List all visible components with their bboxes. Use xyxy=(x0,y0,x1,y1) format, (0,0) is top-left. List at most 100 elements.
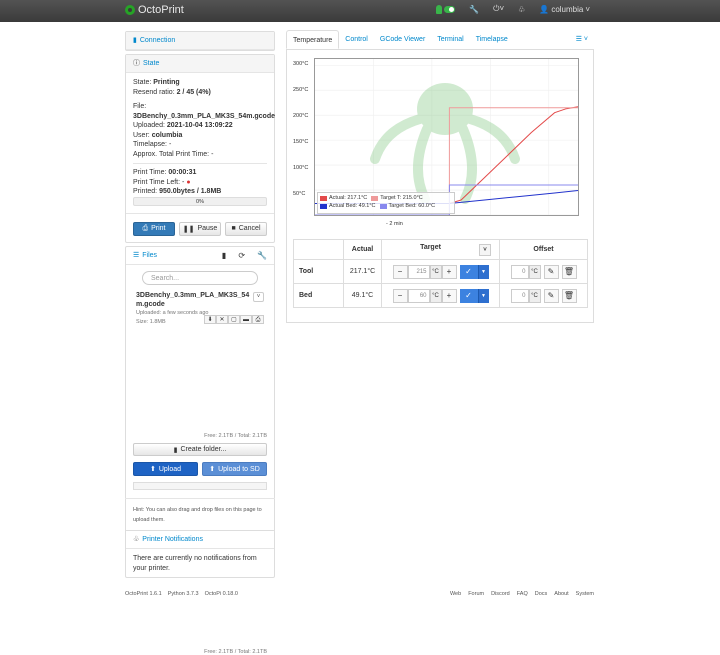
footer-link-discord[interactable]: Discord xyxy=(491,591,510,597)
decrement-button[interactable]: − xyxy=(392,264,408,279)
footer-link-about[interactable]: About xyxy=(554,591,568,597)
temperature-chart: Actual: 217.1°C Target T: 215.0°C Actual… xyxy=(314,58,579,216)
files-header[interactable]: ☰ Files xyxy=(133,251,157,260)
bell-icon[interactable]: ♧ xyxy=(518,5,525,14)
print-icon: ⎙ xyxy=(142,224,149,232)
decrement-button[interactable]: − xyxy=(392,288,408,303)
print-file-icon[interactable]: ⎙ xyxy=(252,314,264,324)
storage-info: Free: 2.1TB / Total: 2.1TB xyxy=(204,648,267,655)
footer-version-text: OctoPrint 1.6.1 xyxy=(125,591,162,597)
file-label: File: xyxy=(133,103,147,110)
increment-button[interactable]: + xyxy=(441,264,457,279)
unit-label: °C xyxy=(429,288,442,303)
printtime-line: Print Time: 00:00:31 xyxy=(133,169,197,176)
chart-x-label: - 2 min xyxy=(386,221,403,227)
trash-icon[interactable]: 🗑 xyxy=(561,264,577,279)
table-row-tool: Tool 217.1°C − 215 °C + ✓ ▼ 0 °C ✎ 🗑 xyxy=(293,259,588,284)
tab-terminal[interactable]: Terminal xyxy=(431,30,469,49)
tool-target-input[interactable]: 215 xyxy=(407,264,430,279)
footer-link-faq[interactable]: FAQ xyxy=(517,591,528,597)
footer-link-system[interactable]: System xyxy=(576,591,594,597)
user-line: User: columbia xyxy=(133,131,183,139)
notifications-text: There are currently no notifications fro… xyxy=(133,555,257,572)
file-list-item[interactable]: 3DBenchy_0.3mm_PLA_MK3S_54m.gcode Upload… xyxy=(126,289,274,329)
bed-target-input[interactable]: 60 xyxy=(407,288,430,303)
tab-timelapse[interactable]: Timelapse xyxy=(470,30,514,49)
toggle-icon[interactable] xyxy=(444,5,456,13)
brand-link[interactable]: OctoPrint xyxy=(125,4,184,16)
upload-progress-bar xyxy=(133,482,267,490)
folder-icon: ▮ xyxy=(173,446,178,454)
octoprint-logo-icon xyxy=(125,5,135,15)
copy-icon[interactable]: ▢ xyxy=(228,314,240,324)
wrench-settings-icon[interactable]: 🔧 xyxy=(469,5,479,14)
tab-gcode-viewer[interactable]: GCode Viewer xyxy=(374,30,431,49)
navbar: OctoPrint 🔧 ⏻˅ ♧ 👤 columbia ˅ xyxy=(0,0,720,22)
set-target-button[interactable]: ✓ xyxy=(459,288,478,303)
delete-x-icon[interactable]: ✕ xyxy=(216,314,228,324)
state-header[interactable]: ⓘ State xyxy=(126,55,274,73)
tab-overflow-menu-icon[interactable]: ☰ ˅ xyxy=(576,30,594,49)
chevron-down-icon[interactable]: ˅ xyxy=(253,291,264,302)
footer-link-web[interactable]: Web xyxy=(450,591,461,597)
folder-move-icon[interactable]: ▬ xyxy=(240,314,252,324)
refresh-icon[interactable]: ⟳ xyxy=(238,251,245,260)
tab-temperature[interactable]: Temperature xyxy=(286,30,340,49)
print-progress-bar: 0% xyxy=(133,196,267,206)
notifications-header[interactable]: ♧ Printer Notifications xyxy=(126,531,274,549)
approx-line: Approx. Total Print Time: - xyxy=(133,150,214,158)
wrench-icon[interactable]: 🔧 xyxy=(257,251,267,260)
set-target-button[interactable]: ✓ xyxy=(459,264,478,279)
uploaded-line: Uploaded: 2021-10-04 13:09:22 xyxy=(133,122,233,129)
target-options-caret-icon[interactable]: ▼ xyxy=(477,264,489,279)
target-options-caret-icon[interactable]: ▼ xyxy=(477,288,489,303)
unit-label: °C xyxy=(528,264,541,279)
upload-button[interactable]: ⬆ Upload xyxy=(133,462,198,476)
bed-offset-input[interactable]: 0 xyxy=(510,288,529,303)
bell-outline-icon: ♧ xyxy=(133,535,140,543)
legend-target-bed: Target Bed: 60.0°C xyxy=(379,203,435,209)
chart-legend: Actual: 217.1°C Target T: 215.0°C Actual… xyxy=(317,192,455,214)
connection-header[interactable]: ▮ Connection xyxy=(126,32,274,50)
file-search-input[interactable]: Search... xyxy=(142,270,258,285)
cancel-button[interactable]: ■ Cancel xyxy=(225,221,267,236)
col-header-name xyxy=(293,239,344,260)
target-dropdown-icon[interactable]: ˅ xyxy=(479,243,491,256)
tab-control[interactable]: Control xyxy=(339,30,374,49)
y-tick-label: 100°C xyxy=(293,165,309,171)
state-panel: ⓘ State State: Printing Resend ratio: 2 /… xyxy=(125,54,275,243)
caret-down-icon: ˅ xyxy=(585,4,590,14)
stop-icon: ■ xyxy=(231,225,236,232)
printed-line: Printed: 950.0bytes / 1.8MB xyxy=(133,188,222,195)
download-icon[interactable]: ⬇ xyxy=(204,314,216,324)
brand-name: OctoPrint xyxy=(138,4,184,16)
row-name: Tool xyxy=(293,259,344,284)
y-tick-label: 150°C xyxy=(293,139,309,145)
timelapse-line: Timelapse: - xyxy=(133,141,172,148)
table-row-bed: Bed 49.1°C − 60 °C + ✓ ▼ 0 °C ✎ 🗑 xyxy=(293,283,588,308)
unit-label: °C xyxy=(429,264,442,279)
increment-button[interactable]: + xyxy=(441,288,457,303)
storage-text: Free: 2.1TB / Total: 2.1TB xyxy=(204,433,267,439)
trash-icon[interactable]: 🗑 xyxy=(561,288,577,303)
y-tick-label: 50°C xyxy=(293,191,306,197)
edit-offset-pencil-icon[interactable]: ✎ xyxy=(543,288,559,303)
tool-offset-input[interactable]: 0 xyxy=(510,264,529,279)
row-name: Bed xyxy=(293,283,344,308)
file-name: 3DBenchy_0.3mm_PLA_MK3S_54m.gcode xyxy=(136,291,250,308)
print-button[interactable]: ⎙ Print xyxy=(133,221,175,236)
power-icon[interactable]: ⏻˅ xyxy=(493,4,504,14)
footer: OctoPrint 1.6.1 Python 3.7.3 OctoPi 0.18.0… xyxy=(0,590,720,600)
psu-control[interactable] xyxy=(436,4,456,14)
footer-link-docs[interactable]: Docs xyxy=(535,591,548,597)
y-tick-label: 300°C xyxy=(293,61,309,67)
footer-link-forum[interactable]: Forum xyxy=(468,591,484,597)
create-folder-button[interactable]: ▮ Create folder... xyxy=(133,443,267,456)
edit-offset-pencil-icon[interactable]: ✎ xyxy=(543,264,559,279)
upload-sd-button[interactable]: ⬆ Upload to SD xyxy=(202,462,267,476)
pause-button[interactable]: ❚❚ Pause xyxy=(179,221,221,236)
sd-card-icon[interactable]: ▮ xyxy=(222,251,226,260)
list-icon: ☰ xyxy=(133,252,140,259)
col-header-target: Target ˅ xyxy=(381,239,500,260)
user-menu[interactable]: 👤 columbia ˅ xyxy=(539,5,590,14)
